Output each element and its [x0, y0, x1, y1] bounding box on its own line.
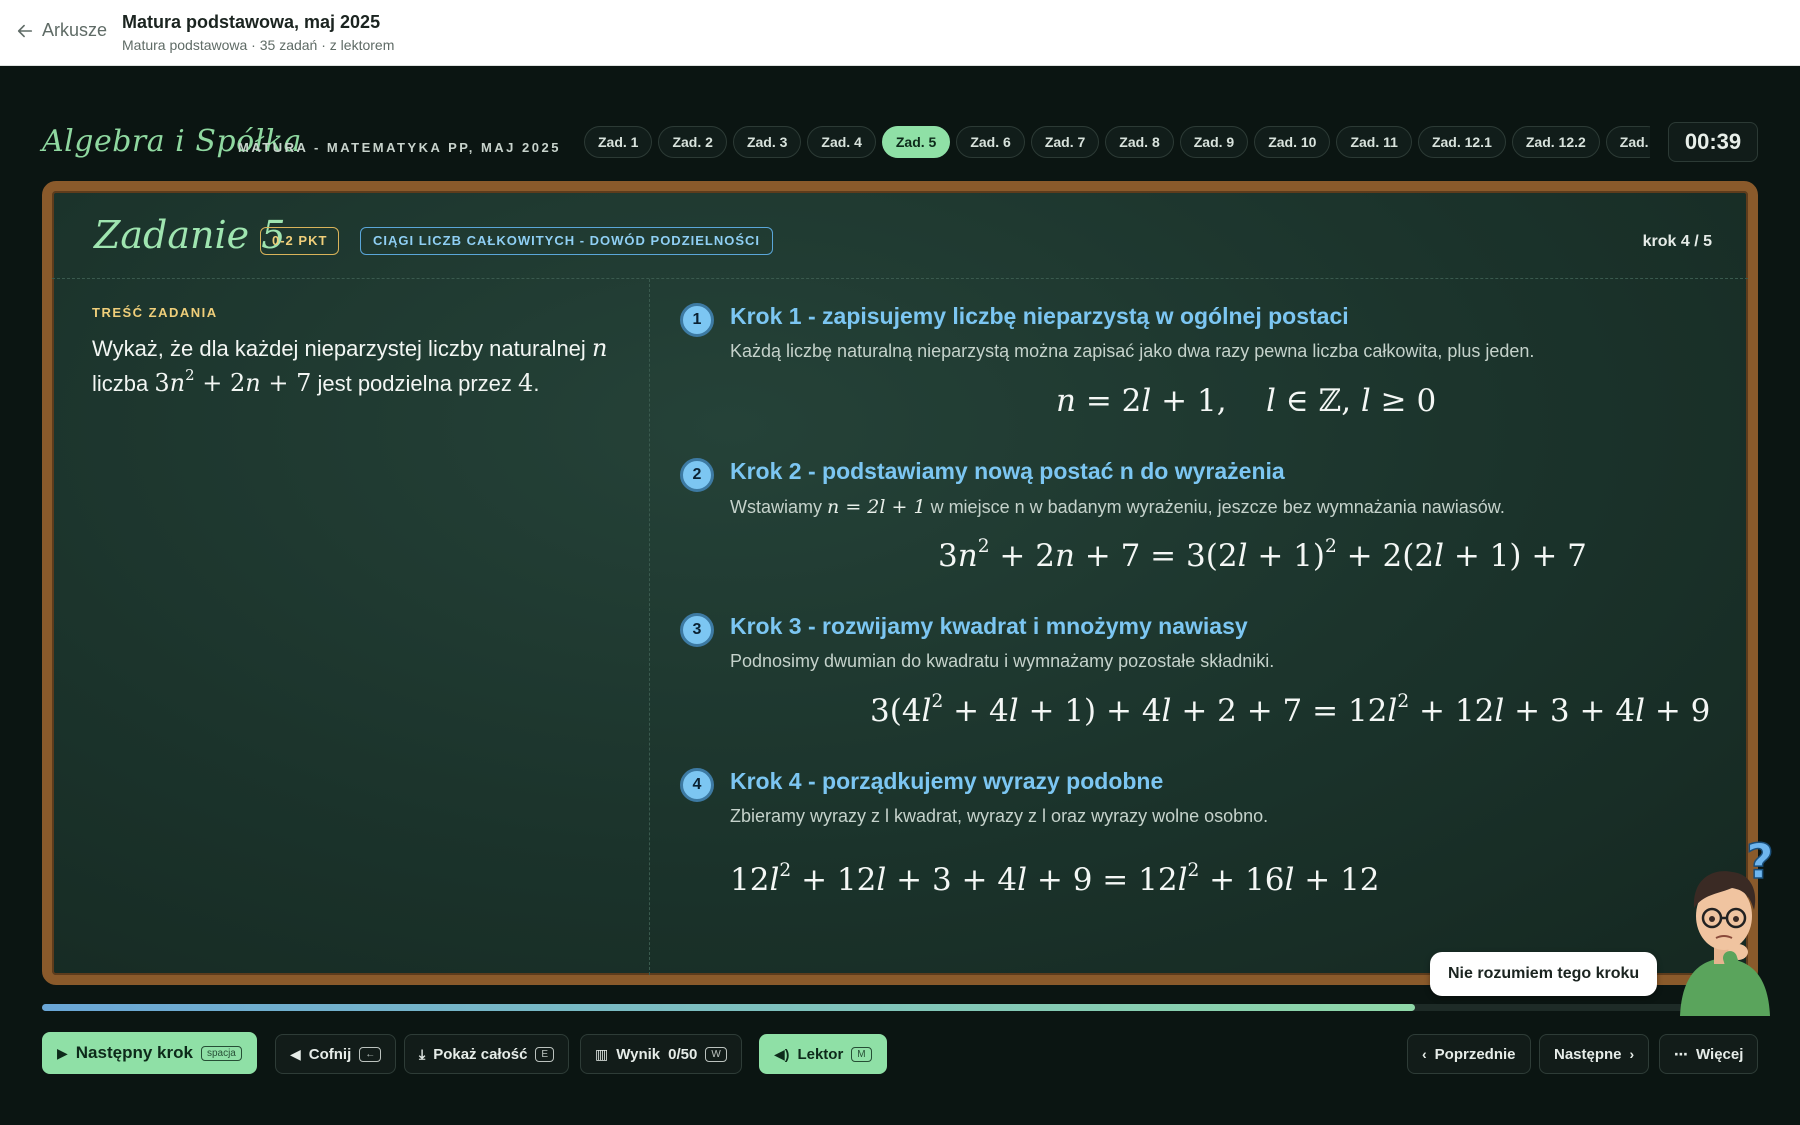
chalkboard: Zadanie 5 0-2 PKT CIĄGI LICZB CAŁKOWITYC… — [42, 181, 1758, 985]
tab-task-8[interactable]: Zad. 8 — [1105, 126, 1174, 158]
play-icon: ▶ — [57, 1044, 68, 1061]
thinking-student-icon[interactable]: ? — [1660, 834, 1786, 1016]
step-progress-fill — [42, 1004, 1415, 1011]
next-step-label: Następny krok — [75, 1043, 193, 1062]
task-text-part: jest podzielna przez — [317, 371, 512, 396]
tab-task-2[interactable]: Zad. 2 — [658, 126, 727, 158]
svg-text:?: ? — [1746, 834, 1774, 890]
tab-task-3[interactable]: Zad. 3 — [732, 126, 802, 158]
task-content-label: TREŚĆ ZADANIA — [92, 305, 218, 320]
step-number-badge: 2 — [680, 458, 714, 492]
sheet-subtitle: Matura podstawowa · 35 zadań · z lektore… — [122, 37, 395, 53]
show-all-button[interactable]: ⤓ Pokaż całość E — [404, 1034, 570, 1074]
tab-task-1[interactable]: Zad. 1 — [584, 126, 653, 158]
chevron-left-icon: ‹ — [1422, 1046, 1427, 1062]
step-number-badge: 1 — [680, 303, 714, 337]
more-button[interactable]: ⋯ Więcej — [1659, 1034, 1759, 1074]
task-text-part: Wykaż, że dla każdej nieparzystej liczby… — [92, 336, 586, 361]
step-description: Zbieramy wyrazy z l kwadrat, wyrazy z l … — [730, 806, 1269, 826]
step-inline-formula: n = 2l + 1 — [827, 496, 926, 518]
step-counter: krok 4 / 5 — [1642, 233, 1712, 250]
shortcut-key: spacja — [200, 1045, 242, 1061]
shortcut-key: W — [705, 1046, 727, 1062]
sheet-title-block: Matura podstawowa, maj 2025 Matura podst… — [122, 12, 394, 53]
back-to-sheets-link[interactable]: Arkusze — [16, 20, 107, 41]
lektor-label: Lektor — [797, 1045, 844, 1063]
tab-task-12[interactable]: Zad. 12.1 — [1417, 126, 1506, 158]
score-value: 0/50 — [668, 1045, 698, 1063]
tab-task-5[interactable]: Zad. 5 — [881, 126, 951, 158]
dont-understand-bubble[interactable]: Nie rozumiem tego kroku — [1430, 952, 1658, 996]
timer: 00:39 — [1668, 122, 1758, 162]
step-title: Krok 4 - porządkujemy wyrazy podobne — [730, 768, 1164, 794]
exam-name: MATURA - MATEMATYKA PP, MAJ 2025 — [238, 140, 561, 155]
task-divisor: 4 — [518, 369, 534, 397]
top-header: Arkusze Matura podstawowa, maj 2025 Matu… — [0, 0, 1800, 66]
arrow-left-icon — [17, 24, 33, 37]
tab-task-4[interactable]: Zad. 4 — [807, 126, 876, 158]
sheet-title: Matura podstawowa, maj 2025 — [122, 12, 381, 32]
score-button[interactable]: ▥ Wynik 0/50 W — [580, 1034, 742, 1074]
step-description: Wstawiamy n = 2l + 1 w miejsce n w badan… — [730, 496, 1505, 518]
task-expression: 3n2 + 2n + 7 — [154, 365, 312, 397]
bar-chart-icon: ▥ — [595, 1045, 609, 1062]
tab-task-11[interactable]: Zad. 11 — [1336, 126, 1412, 158]
tab-task-7[interactable]: Zad. 7 — [1030, 126, 1100, 158]
shortcut-key: E — [535, 1046, 555, 1062]
next-task-button[interactable]: Następne › — [1539, 1034, 1650, 1074]
step-description: Podnosimy dwumian do kwadratu i wymnażam… — [730, 651, 1275, 671]
step-formula: 3n2 + 2n + 7 = 3(2l + 1)2 + 2(2l + 1) + … — [938, 536, 1587, 574]
undo-label: Cofnij — [308, 1045, 352, 1063]
task-header: Zadanie 5 0-2 PKT CIĄGI LICZB CAŁKOWITYC… — [52, 191, 1748, 279]
tab-task-9[interactable]: Zad. 9 — [1179, 126, 1249, 158]
previous-task-button[interactable]: ‹ Poprzednie — [1407, 1034, 1531, 1074]
shortcut-key: M — [851, 1046, 872, 1062]
step-number-badge: 3 — [680, 613, 714, 647]
topic-badge: CIĄGI LICZB CAŁKOWITYCH - DOWÓD PODZIELN… — [360, 227, 774, 255]
previous-label: Poprzednie — [1434, 1045, 1516, 1063]
speaker-icon: ◀) — [774, 1045, 790, 1062]
task-text-end: . — [533, 371, 540, 396]
shortcut-key: ← — [359, 1046, 382, 1062]
task-title: Zadanie 5 — [94, 213, 286, 257]
step-progress-bar — [42, 1004, 1758, 1011]
undo-button[interactable]: ◀ Cofnij ← — [275, 1034, 397, 1074]
task-content-pane: TREŚĆ ZADANIA Wykaż, że dla każdej niepa… — [52, 279, 650, 975]
back-label: Arkusze — [42, 20, 108, 40]
points-badge: 0-2 PKT — [260, 227, 340, 255]
back-triangle-icon: ◀ — [290, 1045, 301, 1062]
tab-task-14[interactable]: Zad. — [1605, 126, 1650, 158]
task-content: Wykaż, że dla każdej nieparzystej liczby… — [92, 331, 622, 401]
step-number-badge: 4 — [680, 768, 714, 802]
step-formula: 12l2 + 12l + 3 + 4l + 9 = 12l2 + 16l + 1… — [730, 860, 1380, 898]
ellipsis-icon: ⋯ — [1674, 1045, 1688, 1062]
step-description: Każdą liczbę naturalną nieparzystą można… — [730, 341, 1535, 361]
step-formula: 3(4l2 + 4l + 1) + 4l + 2 + 7 = 12l2 + 12… — [870, 691, 1711, 729]
step-formula: n = 2l + 1, l ∈ ℤ, l ≥ 0 — [1056, 383, 1437, 419]
step-description-part: Wstawiamy — [730, 497, 823, 517]
task-text-part: liczba — [92, 371, 149, 396]
tab-task-10[interactable]: Zad. 10 — [1254, 126, 1331, 158]
score-label: Wynik — [616, 1045, 661, 1063]
show-all-label: Pokaż całość — [433, 1045, 528, 1063]
more-label: Więcej — [1696, 1045, 1744, 1063]
tab-task-6[interactable]: Zad. 6 — [956, 126, 1025, 158]
step-title: Krok 1 - zapisujemy liczbę nieparzystą w… — [730, 303, 1349, 329]
task-variable: n — [591, 334, 608, 362]
step-title: Krok 3 - rozwijamy kwadrat i mnożymy naw… — [730, 613, 1248, 639]
chevron-right-icon: › — [1629, 1046, 1635, 1062]
lektor-toggle[interactable]: ◀) Lektor M — [759, 1034, 887, 1074]
tab-task-13[interactable]: Zad. 12.2 — [1511, 126, 1600, 158]
task-tabs: Zad. 1 Zad. 2 Zad. 3 Zad. 4 Zad. 5 Zad. 6 Zad.… — [584, 126, 1650, 160]
step-title: Krok 2 - podstawiamy nową postać n do wy… — [730, 458, 1285, 484]
download-icon: ⤓ — [419, 1045, 426, 1062]
step-description-part: w miejsce n w badanym wyrażeniu, jeszcze… — [930, 497, 1505, 517]
next-step-button[interactable]: ▶ Następny krok spacja — [42, 1032, 257, 1074]
next-label: Następne — [1554, 1045, 1622, 1063]
